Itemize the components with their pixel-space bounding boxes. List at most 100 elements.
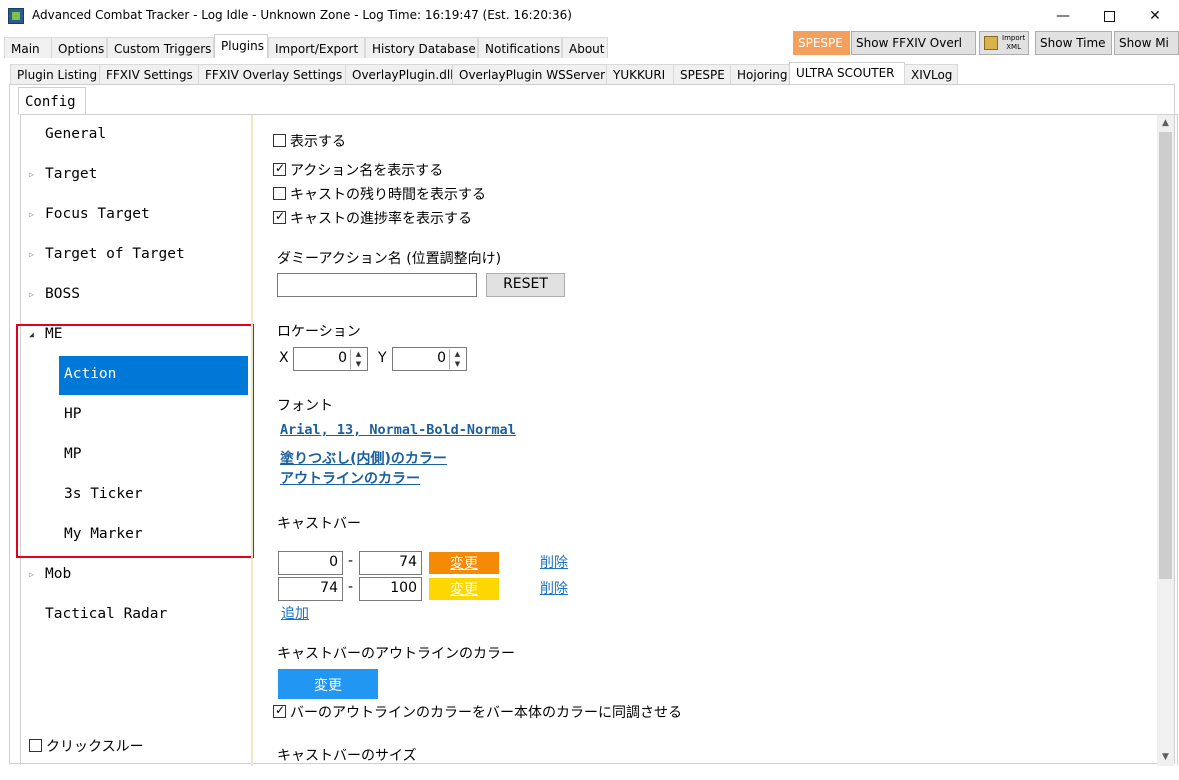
show-action-name-label: アクション名を表示する — [290, 163, 444, 179]
tree-item-target-of-target[interactable]: ▷ Target of Target — [21, 235, 249, 275]
tab-plugins[interactable]: Plugins — [214, 34, 268, 58]
tree-item-label: Target — [45, 166, 98, 182]
show-overlay-button[interactable]: Show FFXIV Overl — [851, 31, 976, 55]
x-spinner[interactable]: 0 ▲ ▼ — [293, 347, 368, 371]
scroll-up-icon[interactable]: ▲ — [1157, 115, 1174, 132]
tree-item-label: Target of Target — [45, 246, 185, 262]
show-time-button[interactable]: Show Time — [1035, 31, 1112, 55]
expand-arrow-icon[interactable]: ▷ — [29, 570, 34, 579]
castbar-label: キャストバー — [277, 516, 361, 532]
tree-item-label: BOSS — [45, 286, 80, 302]
spin-arrows-icon[interactable]: ▲ ▼ — [350, 349, 366, 369]
click-through-option[interactable]: クリックスルー — [29, 736, 144, 756]
x-value: 0 — [338, 350, 347, 366]
show-cast-progress-option[interactable]: キャストの進捗率を表示する — [273, 208, 472, 228]
show-cast-remaining-checkbox[interactable] — [273, 187, 286, 200]
outline-color-change-button[interactable]: 変更 — [278, 669, 378, 699]
show-mi-button[interactable]: Show Mi — [1114, 31, 1179, 55]
font-link[interactable]: Arial, 13, Normal-Bold-Normal — [280, 422, 516, 438]
castbar-to-input[interactable]: 74 — [359, 551, 422, 575]
tab-spespe[interactable]: SPESPE — [673, 64, 731, 84]
y-label: Y — [378, 350, 387, 366]
tab-overlayplugin-wsserver[interactable]: OverlayPlugin WSServer — [452, 64, 607, 84]
show-cast-progress-checkbox[interactable] — [273, 209, 286, 224]
castbar-color-change-button[interactable]: 変更 — [429, 578, 499, 600]
tree-item-general[interactable]: General — [21, 115, 249, 155]
show-action-name-option[interactable]: アクション名を表示する — [273, 160, 443, 180]
tree-item-target[interactable]: ▷ Target — [21, 155, 249, 195]
show-checkbox[interactable] — [273, 134, 286, 147]
castbar-from-input[interactable]: 74 — [278, 577, 343, 601]
tab-xivlog[interactable]: XIVLog — [904, 64, 958, 84]
sync-outline-checkbox[interactable] — [273, 703, 286, 718]
tab-history-database[interactable]: History Database — [365, 37, 478, 58]
reset-button[interactable]: RESET — [486, 273, 565, 297]
tree-item-label: Mob — [45, 566, 72, 582]
y-spinner[interactable]: 0 ▲ ▼ — [392, 347, 467, 371]
location-label: ロケーション — [277, 324, 361, 340]
tab-ffxiv-settings[interactable]: FFXIV Settings — [99, 64, 199, 84]
tab-options[interactable]: Options — [51, 37, 107, 58]
sync-outline-option[interactable]: バーのアウトラインのカラーをバー本体のカラーに同調させる — [273, 702, 682, 722]
expand-arrow-icon[interactable]: ▷ — [29, 170, 34, 179]
tree-item-boss[interactable]: ▷ BOSS — [21, 275, 249, 315]
show-action-name-checkbox[interactable] — [273, 161, 286, 176]
castbar-to-input[interactable]: 100 — [359, 577, 422, 601]
dummy-action-input[interactable] — [277, 273, 477, 297]
expand-arrow-icon[interactable]: ▷ — [29, 250, 34, 259]
ultra-scouter-panel: Config General ▷ Target ▷ Focus Target ▷… — [9, 84, 1178, 766]
tab-about[interactable]: About — [562, 37, 608, 58]
tree-item-mob[interactable]: ▷ Mob — [21, 555, 249, 595]
outline-color-link[interactable]: アウトラインのカラー — [280, 468, 420, 488]
minimize-button[interactable]: — — [1040, 0, 1086, 32]
plugins-panel: Plugin Listing FFXIV Settings FFXIV Over… — [4, 58, 1178, 766]
range-dash: - — [348, 553, 354, 569]
close-button[interactable]: ✕ — [1132, 0, 1178, 32]
tab-ultra-scouter[interactable]: ULTRA SCOUTER — [789, 62, 905, 85]
tab-yukkuri[interactable]: YUKKURI — [606, 64, 674, 84]
castbar-color-change-button[interactable]: 変更 — [429, 552, 499, 574]
castbar-delete-link[interactable]: 削除 — [540, 578, 568, 598]
tab-config[interactable]: Config — [18, 87, 86, 115]
tab-notifications[interactable]: Notifications — [478, 37, 562, 58]
castbar-from-input[interactable]: 0 — [278, 551, 343, 575]
tree-item-label: Tactical Radar — [45, 606, 168, 622]
y-value: 0 — [437, 350, 446, 366]
add-castbar-link[interactable]: 追加 — [281, 603, 309, 623]
expand-arrow-icon[interactable]: ▷ — [29, 290, 34, 299]
fill-color-link[interactable]: 塗りつぶし(内側)のカラー — [280, 448, 447, 468]
scroll-down-icon[interactable]: ▼ — [1157, 749, 1174, 766]
tab-main[interactable]: Main — [4, 37, 52, 58]
import-xml-line1: Import — [1002, 34, 1026, 42]
splitter[interactable] — [251, 115, 253, 766]
show-option[interactable]: 表示する — [273, 131, 346, 151]
vertical-scrollbar[interactable]: ▲ ▼ — [1157, 115, 1174, 766]
tree-item-focus-target[interactable]: ▷ Focus Target — [21, 195, 249, 235]
maximize-button[interactable] — [1086, 0, 1132, 32]
annotation-highlight-box — [16, 324, 254, 558]
tab-overlayplugin-dll[interactable]: OverlayPlugin.dll — [345, 64, 453, 84]
castbar-delete-link[interactable]: 削除 — [540, 552, 568, 572]
spespe-button[interactable]: SPESPE — [793, 31, 850, 55]
tree-item-label: General — [45, 126, 107, 142]
font-label: フォント — [277, 398, 333, 414]
config-body: General ▷ Target ▷ Focus Target ▷ Target… — [16, 114, 1178, 766]
show-label: 表示する — [290, 134, 346, 150]
scroll-thumb[interactable] — [1159, 132, 1172, 579]
tab-hojoring[interactable]: Hojoring — [730, 64, 790, 84]
import-icon — [984, 36, 998, 50]
import-xml-button[interactable]: Import XML — [979, 31, 1029, 55]
spin-arrows-icon[interactable]: ▲ ▼ — [449, 349, 465, 369]
click-through-checkbox[interactable] — [29, 739, 42, 752]
tab-import-export[interactable]: Import/Export — [268, 37, 365, 58]
show-cast-remaining-option[interactable]: キャストの残り時間を表示する — [273, 184, 486, 204]
settings-tree: General ▷ Target ▷ Focus Target ▷ Target… — [16, 115, 254, 766]
range-dash: - — [348, 579, 354, 595]
x-label: X — [279, 350, 289, 366]
tab-custom-triggers[interactable]: Custom Triggers — [107, 37, 214, 58]
tree-item-tactical-radar[interactable]: Tactical Radar — [21, 595, 249, 635]
tab-plugin-listing[interactable]: Plugin Listing — [10, 64, 100, 84]
expand-arrow-icon[interactable]: ▷ — [29, 210, 34, 219]
tab-ffxiv-overlay-settings[interactable]: FFXIV Overlay Settings — [198, 64, 346, 84]
sync-outline-label: バーのアウトラインのカラーをバー本体のカラーに同調させる — [290, 705, 682, 721]
